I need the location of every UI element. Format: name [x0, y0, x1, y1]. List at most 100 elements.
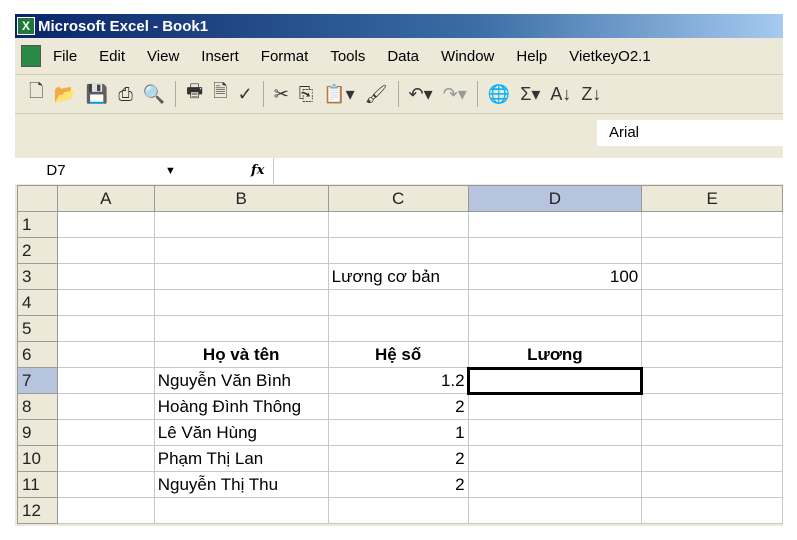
cell-A10[interactable] — [56, 445, 155, 472]
menu-view[interactable]: View — [147, 48, 179, 65]
cell-C6[interactable]: Hệ số — [327, 341, 469, 368]
cell-E10[interactable] — [641, 445, 783, 472]
print-icon[interactable]: 🖶 — [186, 79, 203, 109]
cell-E11[interactable] — [641, 471, 783, 498]
cell-A3[interactable] — [56, 263, 155, 290]
row-header-10[interactable]: 10 — [17, 445, 58, 472]
menu-insert[interactable]: Insert — [201, 48, 239, 65]
paste-icon[interactable]: 📋▾ — [323, 84, 354, 105]
cell-A4[interactable] — [56, 289, 155, 316]
cell-A7[interactable] — [56, 367, 155, 394]
research-icon[interactable]: 🔍 — [143, 84, 165, 105]
row-header-1[interactable]: 1 — [17, 211, 58, 238]
cell-D3[interactable]: 100 — [467, 263, 643, 290]
cell-C5[interactable] — [327, 315, 469, 342]
menu-window[interactable]: Window — [441, 48, 494, 65]
undo-icon[interactable]: ↶▾ — [409, 84, 433, 105]
sort-ascending-icon[interactable]: A↓ — [550, 84, 571, 105]
cell-E2[interactable] — [641, 237, 783, 264]
cell-E6[interactable] — [641, 341, 783, 368]
column-header-D[interactable]: D — [467, 185, 643, 212]
cell-D1[interactable] — [467, 211, 643, 238]
cell-E7[interactable] — [641, 367, 783, 394]
column-header-B[interactable]: B — [153, 185, 329, 212]
permission-icon[interactable]: ⎙ — [118, 84, 132, 105]
menu-tools[interactable]: Tools — [330, 48, 365, 65]
cell-C4[interactable] — [327, 289, 469, 316]
cell-D7[interactable] — [467, 366, 643, 395]
font-name-select[interactable]: Arial — [597, 120, 795, 146]
redo-icon[interactable]: ↷▾ — [443, 84, 467, 105]
cell-B6[interactable]: Họ và tên — [153, 341, 329, 368]
cell-A9[interactable] — [56, 419, 155, 446]
row-header-8[interactable]: 8 — [17, 393, 58, 420]
row-header-11[interactable]: 11 — [17, 471, 58, 498]
cell-C9[interactable]: 1 — [327, 419, 469, 446]
cell-A6[interactable] — [56, 341, 155, 368]
cell-B9[interactable]: Lê Văn Hùng — [153, 419, 329, 446]
cell-E5[interactable] — [641, 315, 783, 342]
menu-vietkey[interactable]: VietkeyO2.1 — [569, 48, 650, 65]
cut-icon[interactable]: ✂ — [274, 84, 289, 105]
format-painter-icon[interactable]: 🖌 — [365, 84, 388, 105]
cell-D12[interactable] — [467, 497, 643, 524]
new-icon[interactable]: 🗋 — [29, 79, 43, 109]
cell-E4[interactable] — [641, 289, 783, 316]
cell-A11[interactable] — [56, 471, 155, 498]
workbook-icon[interactable] — [21, 45, 41, 67]
name-box-dropdown-icon[interactable]: ▼ — [165, 158, 176, 184]
save-icon[interactable]: 💾 — [86, 84, 108, 105]
cell-C7[interactable]: 1.2 — [327, 367, 469, 394]
cell-B5[interactable] — [153, 315, 329, 342]
menu-help[interactable]: Help — [516, 48, 547, 65]
cell-A5[interactable] — [56, 315, 155, 342]
cell-C2[interactable] — [327, 237, 469, 264]
hyperlink-icon[interactable]: 🌐 — [488, 84, 510, 105]
column-header-E[interactable]: E — [641, 185, 783, 212]
cell-E1[interactable] — [641, 211, 783, 238]
row-header-2[interactable]: 2 — [17, 237, 58, 264]
column-header-A[interactable]: A — [56, 185, 155, 212]
cell-E8[interactable] — [641, 393, 783, 420]
cell-C8[interactable]: 2 — [327, 393, 469, 420]
menu-format[interactable]: Format — [261, 48, 309, 65]
cell-B8[interactable]: Hoàng Đình Thông — [153, 393, 329, 420]
sort-descending-icon[interactable]: Z↓ — [581, 84, 601, 105]
cell-B1[interactable] — [153, 211, 329, 238]
print-preview-icon[interactable]: 🗎 — [213, 79, 227, 109]
cell-B11[interactable]: Nguyễn Thị Thu — [153, 471, 329, 498]
row-header-5[interactable]: 5 — [17, 315, 58, 342]
menu-file[interactable]: File — [53, 48, 77, 65]
fx-icon[interactable]: fx — [251, 158, 264, 184]
cell-C10[interactable]: 2 — [327, 445, 469, 472]
spelling-icon[interactable]: ✓ — [238, 84, 253, 105]
row-header-6[interactable]: 6 — [17, 341, 58, 368]
cell-D5[interactable] — [467, 315, 643, 342]
cell-A1[interactable] — [56, 211, 155, 238]
row-header-12[interactable]: 12 — [17, 497, 58, 524]
cell-E9[interactable] — [641, 419, 783, 446]
cell-D9[interactable] — [467, 419, 643, 446]
cell-A8[interactable] — [56, 393, 155, 420]
menu-edit[interactable]: Edit — [99, 48, 125, 65]
cell-A2[interactable] — [56, 237, 155, 264]
select-all-button[interactable] — [17, 185, 58, 212]
menu-data[interactable]: Data — [387, 48, 419, 65]
cell-B10[interactable]: Phạm Thị Lan — [153, 445, 329, 472]
cell-E12[interactable] — [641, 497, 783, 524]
cell-C11[interactable]: 2 — [327, 471, 469, 498]
row-header-9[interactable]: 9 — [17, 419, 58, 446]
cell-D2[interactable] — [467, 237, 643, 264]
cell-C12[interactable] — [327, 497, 469, 524]
copy-icon[interactable]: ⎘ — [299, 84, 313, 105]
cell-D11[interactable] — [467, 471, 643, 498]
row-header-3[interactable]: 3 — [17, 263, 58, 290]
cell-B4[interactable] — [153, 289, 329, 316]
column-header-C[interactable]: C — [327, 185, 469, 212]
open-icon[interactable]: 📂 — [53, 84, 75, 105]
autosum-icon[interactable]: Σ▾ — [520, 84, 540, 105]
cell-D4[interactable] — [467, 289, 643, 316]
cell-D6[interactable]: Lương — [467, 341, 643, 368]
formula-input[interactable] — [273, 158, 783, 184]
cell-D10[interactable] — [467, 445, 643, 472]
